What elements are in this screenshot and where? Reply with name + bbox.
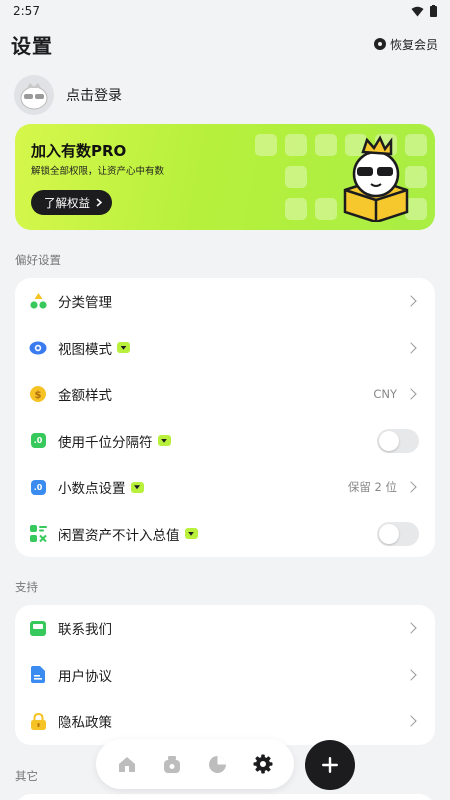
vip-badge-icon [117, 342, 130, 354]
page-title: 设置 [11, 33, 53, 58]
assets-icon [164, 755, 181, 773]
restore-icon [373, 38, 386, 50]
battery-icon [430, 5, 437, 17]
row-label: 隐私政策 [58, 715, 112, 732]
wifi-icon [411, 6, 424, 16]
thousands-icon: .0 [29, 432, 47, 450]
vip-badge-icon [184, 528, 198, 540]
chevron-right-icon [405, 295, 417, 307]
lock-icon [29, 712, 47, 730]
chevron-right-icon [405, 669, 417, 681]
chevron-right-icon [405, 715, 417, 727]
mascot-crown-icon [343, 135, 409, 222]
settings-icon [253, 754, 273, 774]
avatar [14, 75, 54, 115]
restore-label: 恢复会员 [389, 37, 438, 52]
other-card [15, 794, 435, 800]
row-view-mode[interactable]: 视图模式 [29, 325, 419, 372]
header: 设置 恢复会员 [0, 22, 450, 66]
login-text: 点击登录 [66, 88, 122, 104]
chevron-right-icon [96, 198, 102, 207]
row-label: 小数点设置 [58, 477, 348, 497]
chevron-right-icon [405, 622, 417, 634]
dollar-icon: $ [29, 385, 47, 403]
thousands-separator-toggle[interactable] [377, 428, 419, 453]
row-label: 视图模式 [58, 338, 407, 358]
row-label: 使用千位分隔符 [58, 431, 377, 451]
nav-assets[interactable] [157, 749, 187, 779]
eye-icon [29, 339, 47, 357]
row-label: 金额样式 [58, 388, 112, 405]
restore-membership-button[interactable]: 恢复会员 [373, 36, 438, 53]
chevron-right-icon [405, 481, 417, 493]
status-icons [411, 5, 437, 17]
mascot-avatar-icon [20, 83, 48, 110]
row-privacy-policy[interactable]: 隐私政策 [29, 698, 419, 745]
pro-banner[interactable]: 加入有数PRO 解锁全部权限，让资产心中有数 了解权益 [15, 124, 435, 230]
vip-badge-icon [157, 435, 171, 447]
row-amount-style[interactable]: $ 金额样式 CNY [29, 371, 419, 418]
svg-text:$: $ [35, 390, 42, 401]
section-label-preferences: 偏好设置 [15, 253, 61, 267]
row-idle-assets: 闲置资产不计入总值 [29, 511, 419, 558]
nav-home[interactable] [112, 749, 142, 779]
status-time: 2:57 [13, 4, 40, 18]
contact-icon [29, 619, 47, 637]
plus-icon [322, 757, 338, 773]
support-card: 联系我们 用户协议 隐私政策 [15, 605, 435, 745]
row-value: CNY [373, 387, 397, 402]
idle-assets-toggle[interactable] [377, 521, 419, 546]
row-user-agreement[interactable]: 用户协议 [29, 652, 419, 699]
learn-benefits-label: 了解权益 [44, 195, 90, 210]
row-label: 闲置资产不计入总值 [58, 524, 377, 544]
section-label-other: 其它 [15, 769, 38, 783]
learn-benefits-button[interactable]: 了解权益 [31, 190, 112, 215]
stats-icon [209, 755, 227, 773]
pro-subtitle: 解锁全部权限，让资产心中有数 [31, 166, 165, 177]
login-row[interactable]: 点击登录 [0, 66, 450, 124]
category-icon [29, 292, 47, 310]
nav-settings[interactable] [248, 749, 278, 779]
row-label: 分类管理 [58, 295, 112, 312]
idle-assets-icon [29, 525, 47, 543]
chevron-right-icon [405, 342, 417, 354]
row-thousands-separator: .0 使用千位分隔符 [29, 418, 419, 465]
add-button[interactable] [305, 740, 355, 790]
preferences-card: 分类管理 视图模式 $ 金额样式 CNY .0 使用千位分隔符 .0 小数点设置… [15, 278, 435, 557]
row-contact-us[interactable]: 联系我们 [29, 605, 419, 652]
nav-stats[interactable] [203, 749, 233, 779]
vip-badge-icon [130, 481, 144, 493]
document-icon [29, 666, 47, 684]
row-label: 用户协议 [58, 668, 112, 685]
row-category-management[interactable]: 分类管理 [29, 278, 419, 325]
chevron-right-icon [405, 388, 417, 400]
bottom-nav [96, 739, 294, 789]
status-bar: 2:57 [0, 0, 450, 22]
row-value: 保留 2 位 [347, 480, 397, 495]
decimal-icon: .0 [29, 478, 47, 496]
home-icon [118, 756, 135, 772]
row-decimal-settings[interactable]: .0 小数点设置 保留 2 位 [29, 464, 419, 511]
pro-title: 加入有数PRO [31, 142, 127, 160]
section-label-support: 支持 [15, 580, 38, 594]
row-label: 联系我们 [58, 622, 112, 639]
